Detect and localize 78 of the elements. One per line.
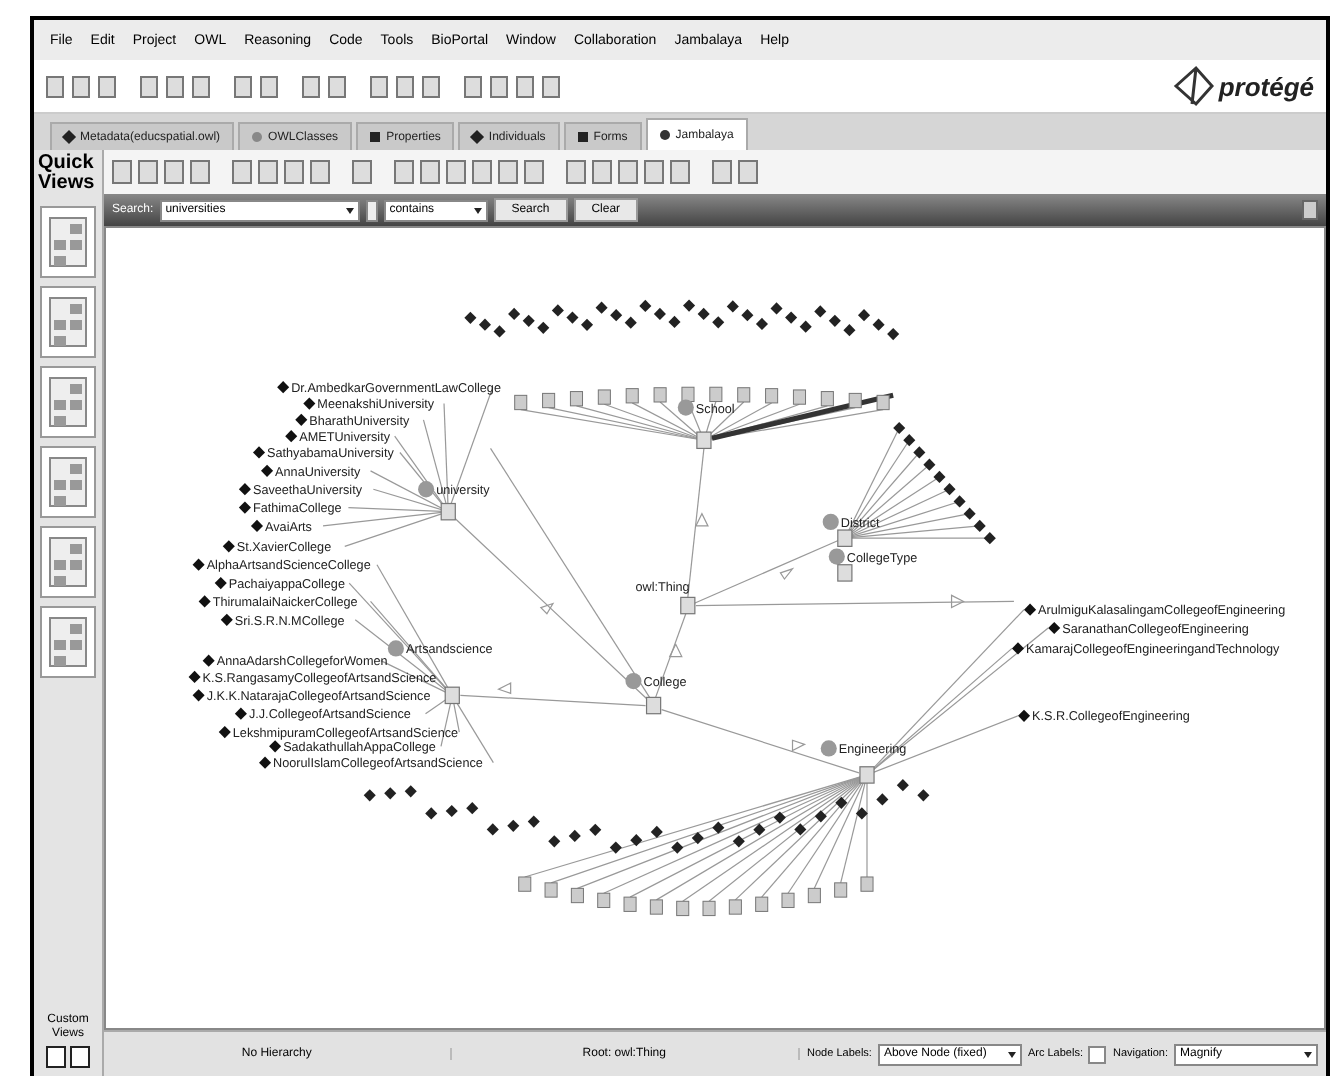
arrowhead-icon xyxy=(694,512,709,527)
toolbar-icon[interactable] xyxy=(396,75,414,97)
toolbar-icon[interactable] xyxy=(192,75,210,97)
toolbar-icon[interactable] xyxy=(472,160,492,184)
node-square-icon[interactable] xyxy=(859,766,875,784)
toolbar-icon[interactable] xyxy=(516,75,534,97)
node-square-icon[interactable] xyxy=(440,502,456,521)
arrowhead-icon xyxy=(497,682,512,695)
arrowhead-icon xyxy=(668,642,683,658)
node-square-icon[interactable] xyxy=(696,431,712,450)
toolbar-icon[interactable] xyxy=(190,160,210,184)
toolbar-icon[interactable] xyxy=(72,75,90,97)
toolbar-icon[interactable] xyxy=(420,160,440,184)
toolbar-icon[interactable] xyxy=(670,160,690,184)
toolbar-icon[interactable] xyxy=(542,75,560,97)
close-icon[interactable] xyxy=(1302,200,1318,220)
toolbar-icon[interactable] xyxy=(618,160,638,184)
option-icon[interactable] xyxy=(365,199,378,221)
toolbar-icon[interactable] xyxy=(232,160,252,184)
view-thumbnail-icon[interactable] xyxy=(40,286,96,358)
toolbar-icon[interactable] xyxy=(464,75,482,97)
toolbar-icon[interactable] xyxy=(422,75,440,97)
toolbar-icon[interactable] xyxy=(260,75,278,97)
toolbar-icon[interactable] xyxy=(524,160,544,184)
node-square-icon[interactable] xyxy=(645,696,662,715)
toolbar-icon[interactable] xyxy=(498,160,518,184)
arrowhead-icon xyxy=(539,602,555,615)
quick-views-title: Quick Views xyxy=(38,150,97,194)
toolbar-icon[interactable] xyxy=(140,75,158,97)
class-node-icon[interactable] xyxy=(822,513,839,531)
instance-icon[interactable] xyxy=(1018,709,1031,722)
toolbar-icon[interactable] xyxy=(164,160,184,184)
toolbar-icon[interactable] xyxy=(302,75,320,97)
node-square-icon[interactable] xyxy=(837,529,853,547)
toolbar-icon[interactable] xyxy=(738,160,758,184)
toolbar-icon[interactable] xyxy=(138,160,158,184)
toolbar-icon[interactable] xyxy=(352,160,372,184)
toolbar-icon[interactable] xyxy=(712,160,732,184)
class-node-icon[interactable] xyxy=(677,399,694,416)
toolbar-icon[interactable] xyxy=(166,75,184,97)
arrowhead-icon xyxy=(779,567,795,581)
toolbar-icon[interactable] xyxy=(284,160,304,184)
logo-text: protégé xyxy=(1218,71,1314,101)
class-node-icon[interactable] xyxy=(820,740,837,757)
toolbar-icon[interactable] xyxy=(234,75,252,97)
class-node-icon[interactable] xyxy=(828,548,845,565)
arrowhead-icon xyxy=(791,739,807,752)
instance-icon[interactable] xyxy=(222,540,235,553)
toolbar-icon[interactable] xyxy=(112,160,132,184)
view-icon[interactable] xyxy=(46,1046,66,1068)
toolbar-icon[interactable] xyxy=(98,75,116,97)
arrowhead-icon xyxy=(950,594,965,609)
toolbar-icon[interactable] xyxy=(490,75,508,97)
toolbar-icon[interactable] xyxy=(310,160,330,184)
instance-icon[interactable] xyxy=(1011,642,1025,655)
view-icon[interactable] xyxy=(70,1046,90,1068)
arc-labels-checkbox[interactable] xyxy=(1088,1045,1107,1063)
view-thumbnail-icon[interactable] xyxy=(40,526,96,598)
toolbar-icon[interactable] xyxy=(258,160,278,184)
toolbar-icon[interactable] xyxy=(566,160,586,184)
node-square-icon[interactable] xyxy=(680,596,696,615)
view-thumbnail-icon[interactable] xyxy=(40,206,96,278)
toolbar-icon[interactable] xyxy=(370,75,388,97)
toolbar-icon[interactable] xyxy=(46,75,64,97)
view-thumbnail-icon[interactable] xyxy=(40,606,96,678)
toolbar-icon[interactable] xyxy=(644,160,664,184)
class-node-icon[interactable] xyxy=(625,672,642,690)
toolbar-icon[interactable] xyxy=(592,160,612,184)
view-thumbnail-icon[interactable] xyxy=(40,446,96,518)
node-square-icon[interactable] xyxy=(444,686,460,705)
node-square-icon[interactable] xyxy=(837,564,853,582)
toolbar-icon[interactable] xyxy=(394,160,414,184)
class-node-icon[interactable] xyxy=(418,481,435,498)
class-node-icon[interactable] xyxy=(387,640,404,657)
view-thumbnail-icon[interactable] xyxy=(40,366,96,438)
toolbar-icon[interactable] xyxy=(446,160,466,184)
toolbar-icon[interactable] xyxy=(328,75,346,97)
logo-icon xyxy=(1172,64,1217,108)
